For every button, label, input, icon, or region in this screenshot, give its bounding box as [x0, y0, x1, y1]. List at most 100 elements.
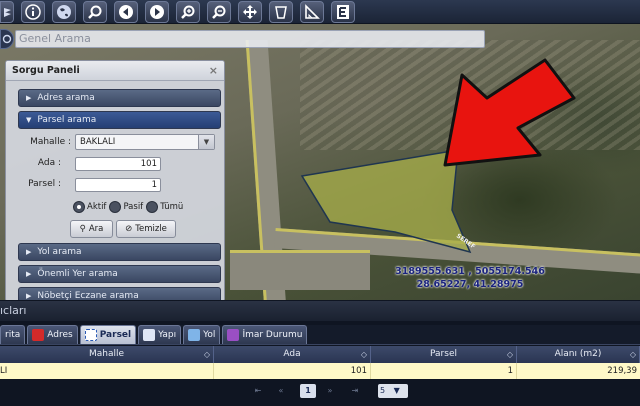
- accordion-label: Önemli Yer arama: [37, 269, 118, 279]
- chevron-down-icon: ▼: [198, 135, 214, 149]
- sort-icon: ◇: [360, 350, 367, 359]
- layers-icon[interactable]: [0, 0, 14, 23]
- zoom-in-icon[interactable]: [176, 0, 200, 23]
- column-alan[interactable]: Alanı (m2) ◇: [517, 346, 640, 363]
- radio-all[interactable]: Tümü: [146, 201, 183, 213]
- radio-unchecked-icon: [109, 201, 122, 213]
- tab-parsel[interactable]: Parsel: [79, 325, 137, 344]
- tab-yapi[interactable]: Yapı: [138, 325, 182, 344]
- forward-icon[interactable]: [145, 0, 169, 23]
- tab-label: İmar Durumu: [242, 330, 303, 340]
- tab-label: rita: [5, 330, 21, 340]
- page-size-value: 5: [380, 386, 386, 395]
- chevron-right-icon: ▶: [26, 94, 32, 102]
- search-button-label: Ara: [88, 224, 104, 234]
- column-parsel[interactable]: Parsel ◇: [371, 346, 517, 363]
- last-page-icon[interactable]: ⇥: [350, 384, 360, 398]
- tab-label: Parsel: [99, 330, 132, 340]
- coord-geographic: 28.65227, 41.28975: [416, 279, 524, 290]
- sort-icon: ◇: [203, 350, 210, 359]
- column-mahalle[interactable]: Mahalle ◇: [0, 346, 214, 363]
- cell-ada: 101: [214, 363, 371, 379]
- globe-icon[interactable]: [52, 0, 76, 23]
- tab-imar-durumu[interactable]: İmar Durumu: [222, 325, 308, 344]
- radio-label: Tümü: [160, 202, 184, 212]
- accordion-place-search[interactable]: ▶ Önemli Yer arama: [18, 265, 221, 283]
- pan-icon[interactable]: [238, 0, 262, 23]
- parcel-icon: [84, 329, 97, 341]
- cell-alan: 219,39: [607, 366, 637, 376]
- chevron-down-icon: ▼: [393, 386, 400, 395]
- prev-page-icon[interactable]: «: [276, 384, 286, 398]
- coord-projected: 3189555.631 , 5055174.546: [395, 266, 545, 277]
- clear-icon[interactable]: [269, 0, 293, 23]
- chevron-right-icon: ▶: [26, 248, 32, 256]
- accordion-label: Adres arama: [37, 93, 95, 103]
- radio-label: Aktif: [87, 202, 107, 212]
- chevron-right-icon: ▶: [26, 292, 32, 300]
- query-panel-header: Sorgu Paneli ×: [6, 61, 224, 81]
- radio-checked-icon: [73, 201, 85, 213]
- column-label: Mahalle: [88, 349, 125, 359]
- accordion-road-search[interactable]: ▶ Yol arama: [18, 243, 221, 261]
- search-button[interactable]: ⚲ Ara: [70, 220, 113, 238]
- info-icon[interactable]: [21, 0, 45, 23]
- accordion-label: Yol arama: [37, 247, 82, 257]
- search-input[interactable]: Genel Arama: [15, 30, 485, 48]
- chevron-down-icon: ▼: [26, 116, 32, 124]
- status-radio-group: Aktif Pasif Tümü: [73, 201, 186, 213]
- column-label: Ada: [283, 349, 301, 359]
- tab-adres[interactable]: Adres: [27, 325, 78, 344]
- page-size-select[interactable]: 5 ▼: [378, 384, 408, 398]
- close-icon[interactable]: ×: [209, 64, 218, 77]
- ada-label: Ada :: [37, 158, 61, 168]
- mahalle-select[interactable]: BAKLALI ▼: [75, 134, 215, 150]
- column-label: Alanı (m2): [554, 349, 602, 359]
- ada-field[interactable]: 101: [75, 157, 161, 171]
- cell-mahalle: LI: [0, 363, 214, 379]
- parsel-field[interactable]: 1: [75, 178, 161, 192]
- toolbar: [0, 0, 640, 24]
- accordion-address-search[interactable]: ▶ Adres arama: [18, 89, 221, 107]
- zoning-icon: [227, 329, 240, 341]
- results-tabs: rita Adres Parsel Yapı Yol İmar Durumu: [0, 325, 640, 345]
- back-icon[interactable]: [114, 0, 138, 23]
- road-icon: [188, 329, 201, 341]
- results-panel: ıcları rita Adres Parsel Yapı Yol İmar D…: [0, 300, 640, 406]
- column-ada[interactable]: Ada ◇: [214, 346, 371, 363]
- red-arrow-icon: [443, 58, 576, 167]
- accordion-parcel-search[interactable]: ▼ Parsel arama: [18, 111, 221, 129]
- pagination: ⇤ « 1 » ⇥ 5 ▼: [0, 384, 640, 400]
- search-bar: Genel Arama: [0, 27, 640, 51]
- current-page[interactable]: 1: [300, 384, 316, 398]
- tab-label: Yapı: [158, 330, 177, 340]
- column-label: Parsel: [430, 349, 457, 359]
- mahalle-label: Mahalle :: [30, 137, 71, 147]
- edit-icon[interactable]: [331, 0, 355, 23]
- sort-icon: ◇: [629, 350, 636, 359]
- next-page-icon[interactable]: »: [325, 384, 335, 398]
- tab-harita[interactable]: rita: [0, 325, 26, 344]
- mahalle-value: BAKLALI: [80, 137, 116, 147]
- radio-label: Pasif: [123, 202, 144, 212]
- query-panel: Sorgu Paneli × ▶ Adres arama ▼ Parsel ar…: [5, 60, 225, 302]
- sort-icon: ◇: [506, 350, 513, 359]
- address-icon: [32, 329, 45, 341]
- clear-button[interactable]: ⊘ Temizle: [116, 220, 176, 238]
- search-icon[interactable]: [83, 0, 107, 23]
- measure-icon[interactable]: [300, 0, 324, 23]
- tab-yol[interactable]: Yol: [183, 325, 221, 344]
- radio-passive[interactable]: Pasif: [109, 201, 143, 213]
- first-page-icon[interactable]: ⇤: [253, 384, 263, 398]
- table-header: Mahalle ◇ Ada ◇ Parsel ◇ Alanı (m2) ◇: [0, 346, 640, 363]
- table-row[interactable]: LI 101 1 219,39: [0, 363, 640, 379]
- cell-parsel: 1: [371, 363, 517, 379]
- zoom-out-icon[interactable]: [207, 0, 231, 23]
- parsel-label: Parsel :: [28, 179, 61, 189]
- tab-label: Yol: [203, 330, 216, 340]
- search-icon[interactable]: [0, 29, 14, 49]
- building-icon: [143, 329, 156, 341]
- cancel-icon: ⊘: [125, 224, 133, 234]
- accordion-label: Parsel arama: [37, 115, 97, 125]
- radio-active[interactable]: Aktif: [73, 201, 106, 213]
